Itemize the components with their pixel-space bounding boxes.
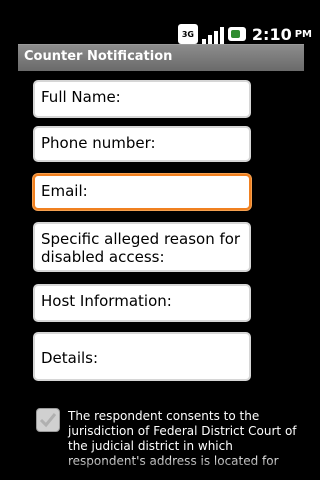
title-bar: Counter Notification [18,44,304,71]
reason-hint: Specific alleged reason for disabled acc… [41,230,241,266]
details-field[interactable]: Details: [33,332,251,381]
email-hint: Email: [41,182,88,200]
status-bar: 3G 2:10 PM [0,0,320,44]
battery-icon [227,27,246,41]
reason-field[interactable]: Specific alleged reason for disabled acc… [33,222,251,272]
scroll-fade [0,455,320,480]
checkmark-icon [39,413,57,428]
3g-network-icon: 3G [177,24,198,44]
phone-number-hint: Phone number: [41,134,156,152]
full-name-field[interactable]: Full Name: [33,80,251,118]
phone-number-field[interactable]: Phone number: [33,126,251,162]
full-name-hint: Full Name: [41,88,121,106]
host-information-hint: Host Information: [41,292,172,310]
clock-ampm: PM [294,28,312,40]
signal-strength-icon [201,24,224,44]
page-title: Counter Notification [24,49,173,64]
clock-time: 2:10 [251,24,292,44]
host-information-field[interactable]: Host Information: [33,284,251,322]
details-hint: Details: [41,349,99,367]
consent-checkbox[interactable] [36,408,60,432]
email-field[interactable]: Email: [33,174,251,210]
